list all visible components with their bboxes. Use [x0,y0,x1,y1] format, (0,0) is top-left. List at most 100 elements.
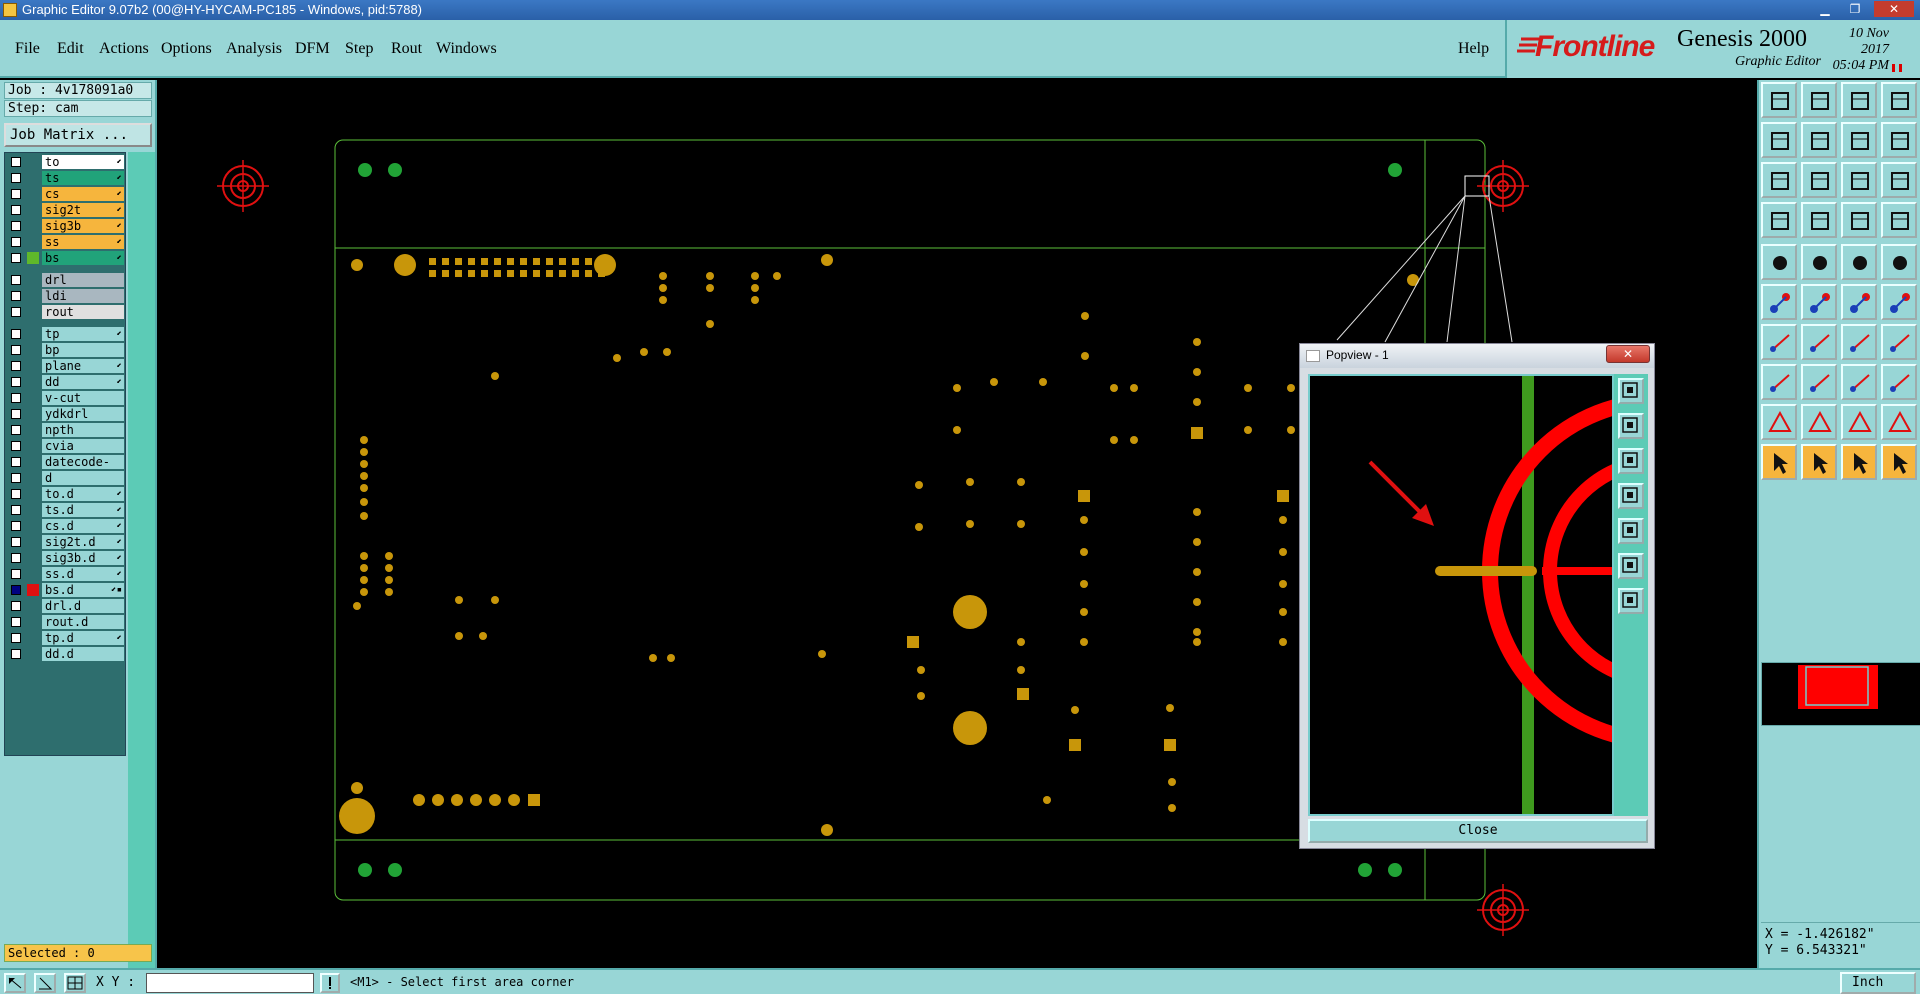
layer-checkbox[interactable] [11,473,21,483]
layer-color-swatch[interactable] [27,456,39,468]
scale-tool-button[interactable] [1841,162,1877,198]
layer-row[interactable]: to.d ⬋ [7,487,125,501]
layer-checkbox[interactable] [11,633,21,643]
layer-checkbox[interactable] [11,189,21,199]
layer-name[interactable]: plane ⬋ [42,359,124,373]
menu-rout[interactable]: Rout [391,40,422,58]
layer-row[interactable]: dd ⬋ [7,375,125,389]
layer-row[interactable]: ts ⬋ [7,171,125,185]
minus-tool-button[interactable] [1801,364,1837,400]
layer-name[interactable]: dd.d [42,647,124,661]
route-tool-button[interactable] [1841,284,1877,320]
layer-color-swatch[interactable] [27,568,39,580]
layer-row[interactable]: plane ⬋ [7,359,125,373]
layer-color-swatch[interactable] [27,472,39,484]
line-tool-button[interactable] [1801,244,1837,280]
zoom-out-button[interactable] [1618,448,1644,474]
layer-color-swatch[interactable] [27,344,39,356]
layer-name[interactable]: ss.d ⬋ [42,567,124,581]
zoom-in-button[interactable] [1618,413,1644,439]
grid-tool-button[interactable] [1801,202,1837,238]
menu-windows[interactable]: Windows [436,40,497,58]
window-tool-button[interactable] [1881,82,1917,118]
layer-color-swatch[interactable] [27,488,39,500]
slope-tool-button[interactable] [1761,324,1797,360]
layer-row[interactable]: bs.d ⬋▪ [7,583,125,597]
layer-row[interactable]: tp.d ⬋ [7,631,125,645]
layer-checkbox[interactable] [11,441,21,451]
layer-row[interactable]: dd.d [7,647,125,661]
layer-color-swatch[interactable] [27,520,39,532]
layer-color-swatch[interactable] [27,204,39,216]
pointer-tool-button[interactable] [1761,444,1797,480]
layer-color-swatch[interactable] [27,188,39,200]
menu-step[interactable]: Step [345,40,373,58]
zoom-window-button[interactable] [1618,588,1644,614]
layer-color-swatch[interactable] [27,156,39,168]
layer-color-swatch[interactable] [27,440,39,452]
layer-color-swatch[interactable] [27,424,39,436]
save-tool-button[interactable] [1801,82,1837,118]
menu-file[interactable]: File [15,40,40,58]
align-tool-button[interactable] [1881,324,1917,360]
zoom-fit-button[interactable] [1618,378,1644,404]
step-prev-tool-button[interactable] [1761,122,1797,158]
layer-color-swatch[interactable] [27,274,39,286]
fit-tool-button[interactable] [1761,162,1797,198]
layer-name[interactable]: to.d ⬋ [42,487,124,501]
layers-tool-button[interactable] [1841,202,1877,238]
layer-name[interactable]: tp ⬋ [42,327,124,341]
layer-row[interactable]: rout [7,305,125,319]
layer-row[interactable]: ss ⬋ [7,235,125,249]
layer-name[interactable]: datecode-ss [42,455,124,483]
center-tool-button[interactable] [1801,162,1837,198]
cross-tool-button[interactable] [1801,284,1837,320]
layer-name[interactable]: sig2t ⬋ [42,203,124,217]
pan-right-button[interactable] [1618,518,1644,544]
measure-tool-button[interactable] [1841,244,1877,280]
layer-checkbox[interactable] [11,205,21,215]
triangle-tool-button[interactable] [1761,404,1797,440]
layer-row[interactable]: bp [7,343,125,357]
popview-titlebar[interactable]: Popview - 1 ✕ [1300,344,1654,368]
layer-name[interactable]: rout [42,305,124,319]
layer-name[interactable]: ss ⬋ [42,235,124,249]
layer-row[interactable]: drl.d [7,599,125,613]
layer-row[interactable]: ts.d ⬋ [7,503,125,517]
layer-name[interactable]: rout.d [42,615,124,629]
info-button[interactable] [320,973,340,993]
layer-row[interactable]: npth [7,423,125,437]
query-tool-button[interactable] [1881,162,1917,198]
layer-checkbox[interactable] [11,553,21,563]
layer-checkbox[interactable] [11,505,21,515]
zoom-extents-button[interactable] [1618,553,1644,579]
layer-checkbox[interactable] [11,425,21,435]
layer-checkbox[interactable] [11,173,21,183]
pan-left-button[interactable] [1618,483,1644,509]
layer-checkbox[interactable] [11,585,21,595]
layer-name[interactable]: bs ⬋ [42,251,124,265]
popview-viewport[interactable] [1308,374,1838,816]
cluster-tool-button[interactable] [1881,364,1917,400]
layer-color-swatch[interactable] [27,504,39,516]
layer-row[interactable]: drl [7,273,125,287]
layer-checkbox[interactable] [11,489,21,499]
layer-checkbox[interactable] [11,329,21,339]
layer-color-swatch[interactable] [27,632,39,644]
layer-color-swatch[interactable] [27,306,39,318]
layer-color-swatch[interactable] [27,648,39,660]
layer-row[interactable]: ss.d ⬋ [7,567,125,581]
layer-row[interactable]: bs ⬋ [7,251,125,265]
layer-color-swatch[interactable] [27,376,39,388]
layer-name[interactable]: sig3b ⬋ [42,219,124,233]
resize-tool-button[interactable] [1841,364,1877,400]
maximize-button[interactable]: ❐ [1842,1,1868,17]
layer-color-swatch[interactable] [27,600,39,612]
menu-edit[interactable]: Edit [57,40,84,58]
home-tool-button[interactable] [1841,82,1877,118]
route-pointer-tool-button[interactable] [1881,444,1917,480]
xy-input[interactable] [146,973,314,993]
grid-toggle-button[interactable] [64,973,86,993]
layer-name[interactable]: bp [42,343,124,357]
layer-row[interactable]: datecode-ss [7,455,125,483]
